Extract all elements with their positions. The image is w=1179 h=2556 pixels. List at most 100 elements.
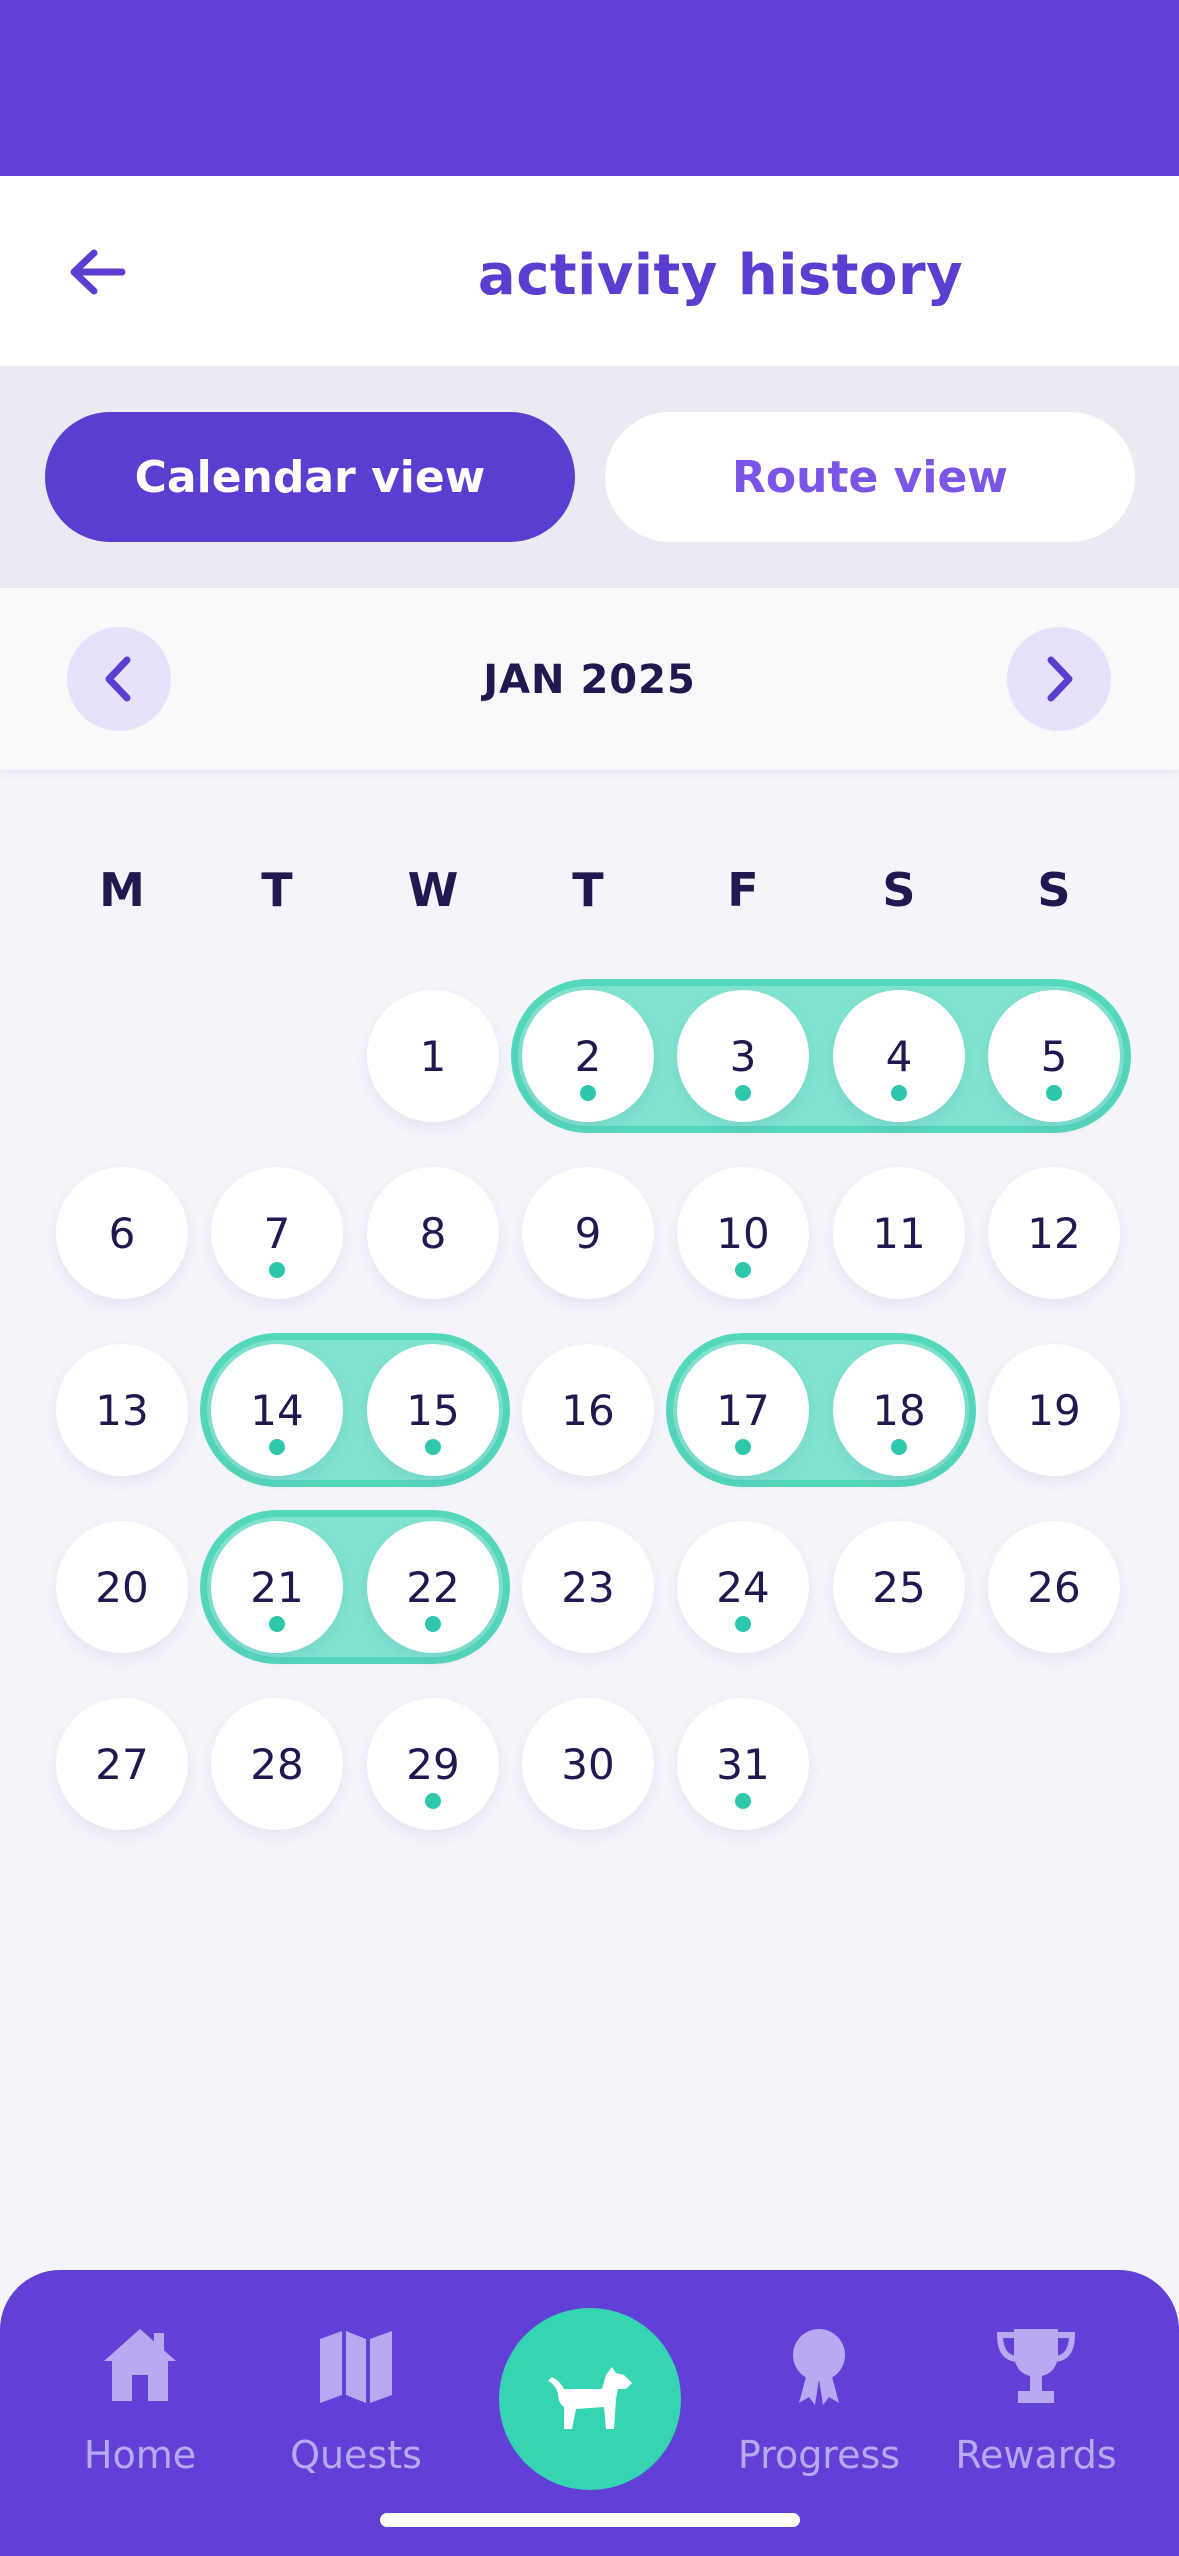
activity-dot — [269, 1439, 285, 1455]
calendar-day[interactable]: 15 — [367, 1344, 499, 1476]
calendar-day[interactable]: 26 — [988, 1521, 1120, 1653]
calendar-day[interactable]: 23 — [522, 1521, 654, 1653]
calendar-day[interactable]: 25 — [833, 1521, 965, 1653]
day-number: 8 — [419, 1208, 447, 1258]
calendar-day[interactable]: 28 — [211, 1698, 343, 1830]
calendar-day[interactable]: 14 — [211, 1344, 343, 1476]
day-number: 26 — [1027, 1562, 1081, 1612]
day-number: 4 — [885, 1031, 913, 1081]
activity-dot — [425, 1439, 441, 1455]
activity-dot — [735, 1085, 751, 1101]
calendar-day[interactable]: 18 — [833, 1344, 965, 1476]
calendar-day[interactable]: 24 — [677, 1521, 809, 1653]
activity-dot — [269, 1262, 285, 1278]
calendar-day[interactable]: 9 — [522, 1167, 654, 1299]
day-number: 10 — [716, 1208, 770, 1258]
day-number: 21 — [250, 1562, 304, 1612]
activity-dot — [735, 1793, 751, 1809]
day-number: 2 — [574, 1031, 602, 1081]
day-number: 6 — [108, 1208, 136, 1258]
activity-dot — [425, 1793, 441, 1809]
day-number: 7 — [263, 1208, 291, 1258]
nav-quests[interactable]: Quests — [271, 2320, 441, 2490]
calendar-day[interactable]: 5 — [988, 990, 1120, 1122]
nav-label: Home — [83, 2433, 197, 2477]
calendar-day[interactable]: 2 — [522, 990, 654, 1122]
page-title: activity history — [477, 243, 964, 308]
calendar-day[interactable]: 30 — [522, 1698, 654, 1830]
badge-icon — [774, 2320, 864, 2410]
calendar-day[interactable]: 8 — [367, 1167, 499, 1299]
calendar-day[interactable]: 19 — [988, 1344, 1120, 1476]
chevron-right-icon — [1047, 656, 1073, 702]
calendar-day[interactable]: 21 — [211, 1521, 343, 1653]
nav-label: Progress — [737, 2433, 901, 2477]
day-number: 3 — [729, 1031, 757, 1081]
calendar-day[interactable]: 12 — [988, 1167, 1120, 1299]
calendar-day[interactable]: 20 — [56, 1521, 188, 1653]
trophy-icon — [991, 2320, 1081, 2410]
activity-dot — [269, 1616, 285, 1632]
day-number: 17 — [716, 1385, 770, 1435]
nav-progress[interactable]: Progress — [734, 2320, 904, 2490]
day-number: 30 — [561, 1739, 615, 1789]
weekday-label: M — [99, 863, 145, 917]
activity-dot — [1046, 1085, 1062, 1101]
calendar-day[interactable]: 7 — [211, 1167, 343, 1299]
day-number: 18 — [872, 1385, 926, 1435]
next-month-button[interactable] — [1007, 627, 1111, 731]
day-number: 16 — [561, 1385, 615, 1435]
calendar-day[interactable]: 17 — [677, 1344, 809, 1476]
calendar-day[interactable]: 4 — [833, 990, 965, 1122]
status-bar — [0, 0, 1179, 176]
day-number: 31 — [716, 1739, 770, 1789]
activity-dot — [735, 1439, 751, 1455]
day-number: 24 — [716, 1562, 770, 1612]
day-number: 20 — [95, 1562, 149, 1612]
day-number: 5 — [1040, 1031, 1068, 1081]
weekday-label: S — [1037, 863, 1071, 917]
calendar-day[interactable]: 16 — [522, 1344, 654, 1476]
calendar-day[interactable]: 6 — [56, 1167, 188, 1299]
day-number: 9 — [574, 1208, 602, 1258]
weekday-label: F — [727, 863, 759, 917]
dog-icon — [548, 2367, 632, 2429]
day-number: 1 — [419, 1031, 447, 1081]
day-number: 12 — [1027, 1208, 1081, 1258]
day-number: 11 — [872, 1208, 926, 1258]
calendar-day[interactable]: 1 — [367, 990, 499, 1122]
day-number: 29 — [406, 1739, 460, 1789]
weekday-label: W — [407, 863, 459, 917]
calendar-day[interactable]: 22 — [367, 1521, 499, 1653]
weekday-label: S — [882, 863, 916, 917]
nav-home[interactable]: Home — [55, 2320, 225, 2490]
weekday-label: T — [261, 863, 293, 917]
month-label: JAN 2025 — [483, 657, 696, 703]
activity-dot — [891, 1085, 907, 1101]
calendar-day[interactable]: 3 — [677, 990, 809, 1122]
activity-button[interactable] — [499, 2308, 681, 2490]
weekday-label: T — [572, 863, 604, 917]
day-number: 14 — [250, 1385, 304, 1435]
day-number: 27 — [95, 1739, 149, 1789]
calendar-day[interactable]: 27 — [56, 1698, 188, 1830]
calendar-day[interactable]: 11 — [833, 1167, 965, 1299]
activity-dot — [580, 1085, 596, 1101]
activity-dot — [891, 1439, 907, 1455]
calendar-day[interactable]: 29 — [367, 1698, 499, 1830]
day-number: 15 — [406, 1385, 460, 1435]
calendar-view-button[interactable]: Calendar view — [45, 412, 575, 542]
day-number: 19 — [1027, 1385, 1081, 1435]
calendar-day[interactable]: 31 — [677, 1698, 809, 1830]
calendar-day[interactable]: 10 — [677, 1167, 809, 1299]
day-number: 22 — [406, 1562, 460, 1612]
calendar-day[interactable]: 13 — [56, 1344, 188, 1476]
route-view-button[interactable]: Route view — [605, 412, 1135, 542]
day-number: 28 — [250, 1739, 304, 1789]
nav-rewards[interactable]: Rewards — [951, 2320, 1121, 2490]
activity-dot — [735, 1616, 751, 1632]
nav-label: Rewards — [955, 2433, 1117, 2477]
map-icon — [311, 2320, 401, 2410]
home-icon — [95, 2320, 185, 2410]
day-number: 23 — [561, 1562, 615, 1612]
